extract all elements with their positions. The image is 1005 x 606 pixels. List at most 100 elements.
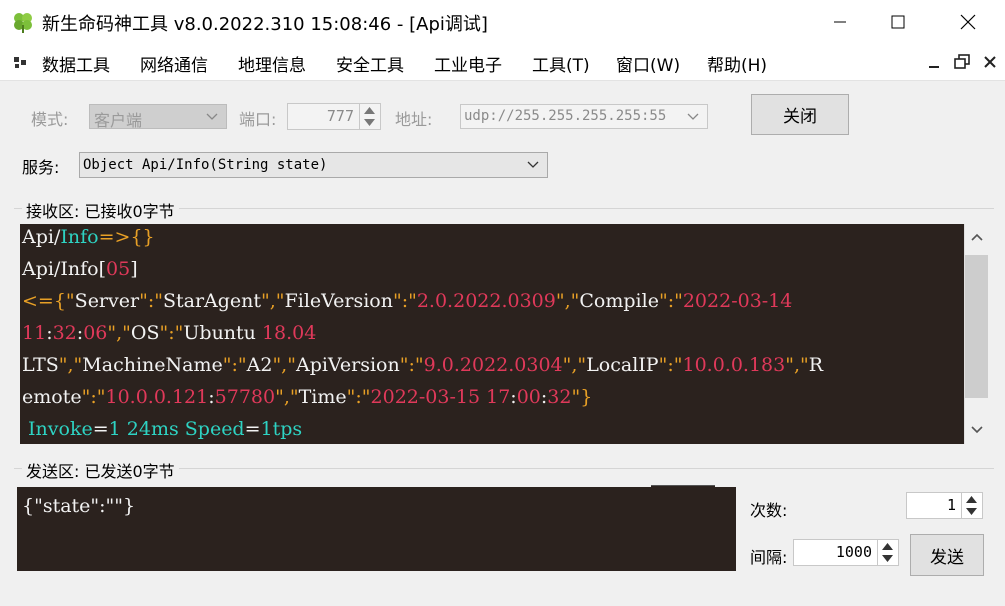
- receive-token: ApiVersion: [295, 354, 400, 376]
- receive-token: ":": [139, 290, 163, 312]
- mdi-minimize-icon[interactable]: [926, 54, 942, 70]
- receive-token: ",": [107, 322, 131, 344]
- chevron-down-icon: [527, 161, 539, 168]
- receive-token: ",": [261, 290, 285, 312]
- receive-token: 1: [108, 418, 121, 440]
- receive-token: ":": [658, 290, 683, 312]
- scroll-thumb[interactable]: [965, 255, 988, 398]
- menu-item-network[interactable]: 网络通信: [140, 51, 208, 76]
- receive-token: R: [808, 354, 824, 376]
- close-connection-button[interactable]: 关闭: [751, 94, 849, 135]
- receive-token: {": [53, 290, 75, 312]
- menu-item-window[interactable]: 窗口(W): [616, 51, 680, 76]
- close-icon: [960, 14, 976, 30]
- receive-token: ",": [272, 354, 296, 376]
- receive-token: Api/: [22, 226, 61, 248]
- minimize-button[interactable]: [817, 0, 863, 44]
- send-content: {"state":""}: [22, 495, 136, 517]
- receive-token: 00: [516, 386, 541, 408]
- receive-token: ":": [81, 386, 106, 408]
- count-label: 次数:: [750, 501, 788, 520]
- receive-token: Compile: [579, 290, 659, 312]
- receive-token: 2022-03-15 17: [370, 386, 511, 408]
- receive-token: =>: [98, 226, 131, 248]
- receive-token: ",": [58, 354, 83, 376]
- send-textarea[interactable]: {"state":""}: [17, 485, 736, 571]
- receive-token: LocalIP: [586, 354, 659, 376]
- scroll-down-icon[interactable]: [971, 426, 983, 434]
- mdi-menu-icon[interactable]: [14, 57, 26, 69]
- mode-label: 模式:: [31, 110, 69, 129]
- minimize-icon: [834, 21, 846, 23]
- receive-token: 57780: [214, 386, 276, 408]
- spin-down-icon[interactable]: [966, 508, 977, 515]
- port-stepper[interactable]: 777: [287, 103, 381, 130]
- receive-line: <={"Server":"StarAgent","FileVersion":"2…: [22, 290, 792, 312]
- close-window-button[interactable]: [945, 0, 991, 44]
- receive-line: Api/Info[05]: [22, 258, 138, 280]
- receive-token: ",": [562, 354, 587, 376]
- spin-up-icon[interactable]: [966, 496, 977, 503]
- send-resize-mark: [651, 485, 715, 490]
- receive-token: LTS: [22, 354, 59, 376]
- receive-token: 2022-03-14: [682, 290, 793, 312]
- spin-down-icon[interactable]: [882, 555, 893, 562]
- spin-down-icon[interactable]: [364, 119, 375, 126]
- receive-token: emote: [22, 386, 82, 408]
- count-stepper[interactable]: 1: [906, 492, 983, 519]
- menu-item-geo[interactable]: 地理信息: [238, 51, 306, 76]
- send-group-label: 发送区: 已发送0字节: [22, 458, 179, 482]
- receive-token: 1tps: [260, 418, 303, 440]
- scroll-up-icon[interactable]: [971, 233, 983, 241]
- menu-item-tools[interactable]: 工具(T): [532, 51, 590, 76]
- title-bar[interactable]: 新生命码神工具 v8.0.2022.310 15:08:46 - [Api调试]: [0, 0, 1005, 44]
- interval-label: 间隔:: [750, 548, 788, 567]
- receive-token: OS: [130, 322, 160, 344]
- interval-value: 1000: [835, 543, 872, 561]
- receive-token: Api/Info[: [22, 258, 106, 280]
- spin-up-icon[interactable]: [364, 107, 375, 114]
- receive-panel[interactable]: Api/Info=>{} Api/Info[05] <={"Server":"Sta…: [20, 224, 964, 444]
- receive-scrollbar[interactable]: [964, 224, 989, 444]
- receive-token: Ubuntu: [183, 322, 262, 344]
- mdi-close-icon[interactable]: [982, 54, 998, 70]
- address-select[interactable]: udp://255.255.255.255:55: [460, 104, 708, 129]
- receive-token: ",": [275, 386, 299, 408]
- receive-token: ":": [346, 386, 371, 408]
- menu-item-industrial[interactable]: 工业电子: [434, 51, 502, 76]
- receive-token: FileVersion: [284, 290, 393, 312]
- mode-select[interactable]: 客户端: [89, 104, 227, 130]
- service-select[interactable]: Object Api/Info(String state): [79, 152, 548, 178]
- receive-token: Invoke: [22, 418, 93, 440]
- menu-item-help[interactable]: 帮助(H): [707, 51, 767, 76]
- receive-token: 10.0.0.121: [105, 386, 209, 408]
- count-value: 1: [946, 496, 956, 514]
- receive-line: Invoke=1 24ms Speed=1tps: [22, 418, 302, 440]
- maximize-button[interactable]: [875, 0, 921, 44]
- receive-token: Server: [74, 290, 140, 312]
- receive-token: 32: [52, 322, 77, 344]
- receive-token: ":": [392, 290, 417, 312]
- receive-token: MachineName: [82, 354, 223, 376]
- menu-item-data-tools[interactable]: 数据工具: [42, 51, 110, 76]
- send-button[interactable]: 发送: [910, 534, 984, 576]
- mdi-restore-icon[interactable]: [954, 54, 970, 70]
- menu-item-security[interactable]: 安全工具: [336, 51, 404, 76]
- receive-line: 11:32:06","OS":"Ubuntu 18.04: [22, 322, 316, 344]
- window-title: 新生命码神工具 v8.0.2022.310 15:08:46 - [Api调试]: [42, 14, 488, 35]
- receive-token: {}: [130, 226, 155, 248]
- interval-stepper[interactable]: 1000: [793, 539, 899, 566]
- receive-token: 2.0.2022.0309: [416, 290, 556, 312]
- receive-token: 10.0.0.183: [682, 354, 786, 376]
- port-value: 777: [326, 107, 354, 125]
- chevron-down-icon: [206, 113, 218, 120]
- spin-up-icon[interactable]: [882, 543, 893, 550]
- receive-token: 24ms: [120, 418, 185, 440]
- receive-token: Time: [298, 386, 347, 408]
- receive-token: StarAgent: [162, 290, 262, 312]
- receive-line: LTS","MachineName":"A2","ApiVersion":"9.…: [22, 354, 823, 376]
- service-value: Object Api/Info(String state): [83, 157, 328, 173]
- receive-token: "}: [571, 386, 593, 408]
- receive-group-label: 接收区: 已接收0字节: [22, 198, 179, 222]
- clover-icon: [14, 13, 32, 33]
